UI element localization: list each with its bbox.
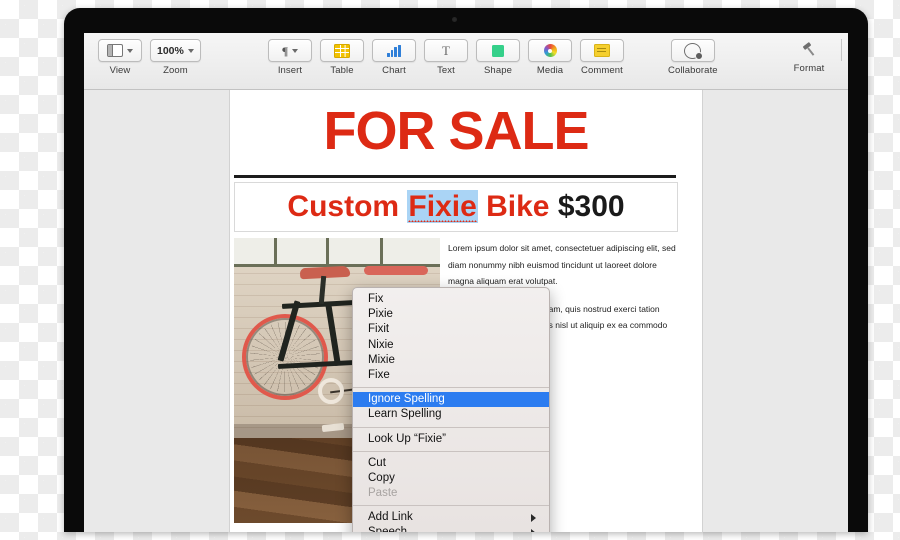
subheading-part1: Custom <box>287 190 408 223</box>
chart-icon <box>387 44 401 57</box>
insert-button[interactable]: ¶ Insert <box>268 39 312 76</box>
app-toolbar: View 100% Zoom ¶ Insert Table Chart T Te… <box>84 33 848 90</box>
table-icon <box>334 43 350 58</box>
webcam-icon <box>452 17 457 22</box>
menu-separator <box>353 426 549 428</box>
comment-button[interactable]: Comment <box>580 39 624 76</box>
shape-icon <box>492 44 504 57</box>
body-paragraph: Lorem ipsum dolor sit amet, consectetuer… <box>448 243 676 286</box>
sidebar-icon <box>107 44 123 57</box>
page-headline[interactable]: FOR SALE <box>238 104 674 158</box>
menu-item-suggestion[interactable]: Nixie <box>353 338 549 353</box>
handlebars <box>364 266 428 275</box>
subheading-line[interactable]: Custom Fixie Bike $300 <box>235 190 677 223</box>
text-icon: T <box>442 43 450 58</box>
insert-button-label: Insert <box>277 65 303 76</box>
zoom-control[interactable]: 100% Zoom <box>150 39 201 76</box>
media-button[interactable]: Media <box>528 39 572 76</box>
horizontal-rule <box>234 175 676 178</box>
text-button-label: Text <box>437 65 455 76</box>
subheading-price: $300 <box>557 190 625 223</box>
menu-item-suggestion[interactable]: Fix <box>353 292 549 307</box>
comment-button-label: Comment <box>581 65 623 76</box>
toolbar-divider <box>841 39 842 61</box>
format-button[interactable]: Format <box>788 39 830 74</box>
menu-item-speech[interactable]: Speech <box>353 525 549 532</box>
collaborate-button[interactable]: Collaborate <box>668 39 718 76</box>
chevron-down-icon <box>127 48 133 53</box>
comment-icon <box>594 44 610 57</box>
collaborate-icon <box>684 42 704 60</box>
subheading-textbox[interactable]: Custom Fixie Bike $300 <box>234 182 678 232</box>
toolbar-center-group: ¶ Insert Table Chart T Text Shape Media … <box>264 39 628 76</box>
menu-separator <box>353 387 549 389</box>
menu-item-suggestion[interactable]: Mixie <box>353 353 549 368</box>
menu-item-suggestion[interactable]: Fixe <box>353 368 549 383</box>
format-brush-icon <box>802 43 816 57</box>
spelling-context-menu[interactable]: Fix Pixie Fixit Nixie Mixie Fixe Ignore … <box>352 287 550 532</box>
macbook-bezel: View 100% Zoom ¶ Insert Table Chart T Te… <box>64 8 868 532</box>
subheading-part2: Bike <box>477 190 558 223</box>
collaborate-button-label: Collaborate <box>668 65 718 76</box>
window-frame-top <box>234 238 440 267</box>
chevron-down-icon <box>187 48 194 53</box>
menu-separator <box>353 505 549 507</box>
toolbar-right-group: Format Document <box>784 39 848 74</box>
media-button-label: Media <box>536 65 564 76</box>
screen-content: View 100% Zoom ¶ Insert Table Chart T Te… <box>84 33 848 532</box>
table-button[interactable]: Table <box>320 39 364 76</box>
menu-item-cut[interactable]: Cut <box>353 456 549 471</box>
zoom-control-label: Zoom <box>163 65 188 76</box>
zoom-level-value: 100% <box>157 44 184 57</box>
crankset <box>318 378 344 404</box>
menu-separator <box>353 450 549 452</box>
format-button-label: Format <box>793 63 825 74</box>
menu-item-suggestion[interactable]: Pixie <box>353 307 549 322</box>
screenshot-stage: View 100% Zoom ¶ Insert Table Chart T Te… <box>0 0 900 540</box>
menu-item-learn-spelling[interactable]: Learn Spelling <box>353 407 549 422</box>
misspelled-word[interactable]: Fixie <box>407 190 478 223</box>
rear-wheel <box>242 314 328 400</box>
media-icon <box>543 44 557 57</box>
submenu-arrow-icon <box>531 513 536 522</box>
view-button-label: View <box>109 65 131 76</box>
document-canvas[interactable]: FOR SALE Custom Fixie Bike $300 Lorem ip… <box>84 90 848 532</box>
menu-item-copy[interactable]: Copy <box>353 471 549 486</box>
menu-item-ignore-spelling[interactable]: Ignore Spelling <box>353 392 549 408</box>
chevron-down-icon <box>292 48 299 53</box>
view-button[interactable]: View <box>98 39 142 76</box>
toolbar-left-group: View 100% Zoom <box>94 39 205 76</box>
menu-item-paste: Paste <box>368 487 398 500</box>
submenu-arrow-icon <box>531 529 536 532</box>
menu-item-look-up[interactable]: Look Up “Fixie” <box>353 432 549 447</box>
toolbar-collaborate-group: Collaborate <box>664 39 722 76</box>
paragraph-icon: ¶ <box>281 43 289 58</box>
shape-button[interactable]: Shape <box>476 39 520 76</box>
shape-button-label: Shape <box>484 65 512 76</box>
table-button-label: Table <box>330 65 354 76</box>
chart-button-label: Chart <box>382 65 406 76</box>
text-button[interactable]: T Text <box>424 39 468 76</box>
menu-item-suggestion[interactable]: Fixit <box>353 322 549 337</box>
chart-button[interactable]: Chart <box>372 39 416 76</box>
menu-item-add-link[interactable]: Add Link <box>353 510 549 525</box>
